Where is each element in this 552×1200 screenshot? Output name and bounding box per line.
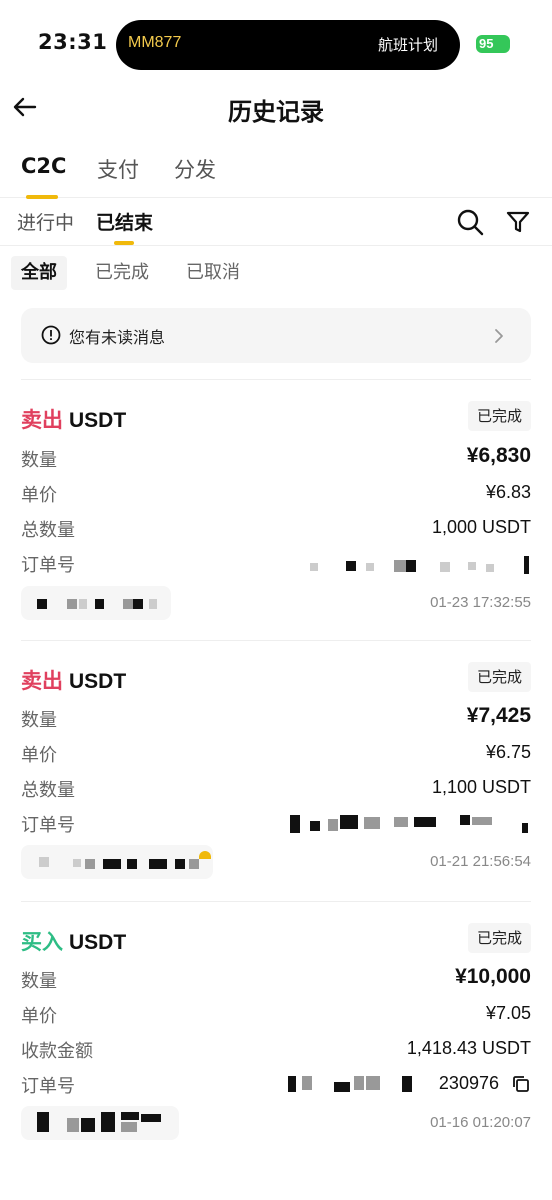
price-label: 单价 bbox=[21, 745, 57, 766]
order-id-redacted bbox=[300, 556, 531, 576]
info-circle-icon bbox=[41, 325, 61, 345]
status-filter-chips: 全部 已完成 已取消 bbox=[0, 256, 552, 292]
filter-icon[interactable] bbox=[505, 209, 531, 235]
chevron-right-icon bbox=[495, 329, 503, 343]
status-time: 23:31 bbox=[38, 30, 108, 54]
amount-value: ¥6,830 bbox=[466, 444, 531, 467]
unread-message-banner[interactable]: 您有未读消息 bbox=[21, 308, 531, 363]
dynamic-island[interactable]: MM877 航班计划 bbox=[116, 20, 460, 70]
order-time: 01-16 01:20:07 bbox=[430, 1114, 531, 1131]
counterparty-redacted bbox=[21, 845, 213, 879]
search-icon[interactable] bbox=[456, 208, 484, 236]
amount-label: 数量 bbox=[21, 971, 57, 992]
order-side-label: 卖出 bbox=[21, 408, 63, 432]
battery-level: 95 bbox=[479, 36, 494, 51]
divider bbox=[21, 640, 531, 641]
status-bar: 23:31 MM877 航班计划 95 bbox=[0, 0, 552, 92]
order-id-redacted bbox=[284, 1074, 420, 1094]
status-badge: 已完成 bbox=[467, 662, 531, 692]
filter-completed[interactable]: 已完成 bbox=[85, 256, 159, 290]
order-id-label: 订单号 bbox=[21, 1076, 75, 1097]
counterparty-redacted bbox=[21, 586, 171, 620]
subtab-in-progress[interactable]: 进行中 bbox=[17, 208, 74, 235]
price-value: ¥6.75 bbox=[485, 742, 531, 762]
page-title: 历史记录 bbox=[228, 98, 324, 126]
received-amount-value: 1,418.43 USDT bbox=[406, 1038, 531, 1058]
counterparty-redacted bbox=[21, 1106, 179, 1140]
order-asset: USDT bbox=[69, 409, 127, 432]
status-badge: 已完成 bbox=[467, 401, 531, 431]
order-side-label: 卖出 bbox=[21, 669, 63, 693]
notice-text: 您有未读消息 bbox=[69, 328, 166, 347]
divider bbox=[21, 901, 531, 902]
order-time: 01-23 17:32:55 bbox=[430, 594, 531, 611]
price-label: 单价 bbox=[21, 1006, 57, 1027]
battery-icon: 95 bbox=[476, 35, 510, 53]
nav-bar: 历史记录 bbox=[0, 84, 552, 132]
divider bbox=[21, 379, 531, 380]
tab-payment[interactable]: 支付 bbox=[97, 154, 139, 184]
received-amount-label: 收款金额 bbox=[21, 1041, 93, 1062]
order-asset: USDT bbox=[69, 670, 127, 693]
order-side: 卖出 USDT bbox=[21, 665, 126, 695]
flight-number: MM877 bbox=[128, 34, 182, 51]
copy-icon[interactable] bbox=[511, 1074, 531, 1094]
order-id-redacted bbox=[284, 813, 534, 833]
price-label: 单价 bbox=[21, 485, 57, 506]
price-value: ¥6.83 bbox=[485, 482, 531, 502]
quantity-label: 总数量 bbox=[21, 780, 75, 801]
status-badge: 已完成 bbox=[467, 923, 531, 953]
order-side-label: 买入 bbox=[21, 930, 63, 954]
price-value: ¥7.05 bbox=[485, 1003, 531, 1023]
quantity-label: 总数量 bbox=[21, 520, 75, 541]
order-side: 买入 USDT bbox=[21, 926, 126, 956]
quantity-value: 1,100 USDT bbox=[431, 777, 531, 797]
order-id-suffix: 230976 bbox=[438, 1073, 499, 1093]
subtab-ended[interactable]: 已结束 bbox=[96, 208, 153, 235]
flight-plan-label: 航班计划 bbox=[377, 36, 438, 54]
main-tabs: C2C 支付 分发 bbox=[0, 150, 552, 199]
filter-all[interactable]: 全部 bbox=[11, 256, 67, 290]
order-asset: USDT bbox=[69, 931, 127, 954]
amount-label: 数量 bbox=[21, 710, 57, 731]
tab-c2c[interactable]: C2C bbox=[21, 154, 66, 178]
order-side: 卖出 USDT bbox=[21, 404, 126, 434]
amount-value: ¥7,425 bbox=[466, 704, 531, 727]
filter-cancelled[interactable]: 已取消 bbox=[176, 256, 250, 290]
order-time: 01-21 21:56:54 bbox=[430, 853, 531, 870]
sub-tabs: 进行中 已结束 bbox=[0, 198, 552, 246]
order-id-label: 订单号 bbox=[21, 815, 75, 836]
subtab-active-indicator bbox=[114, 241, 134, 245]
amount-label: 数量 bbox=[21, 450, 57, 471]
quantity-value: 1,000 USDT bbox=[431, 517, 531, 537]
amount-value: ¥10,000 bbox=[455, 965, 531, 988]
tab-distribution[interactable]: 分发 bbox=[174, 154, 216, 184]
order-id-label: 订单号 bbox=[21, 555, 75, 576]
